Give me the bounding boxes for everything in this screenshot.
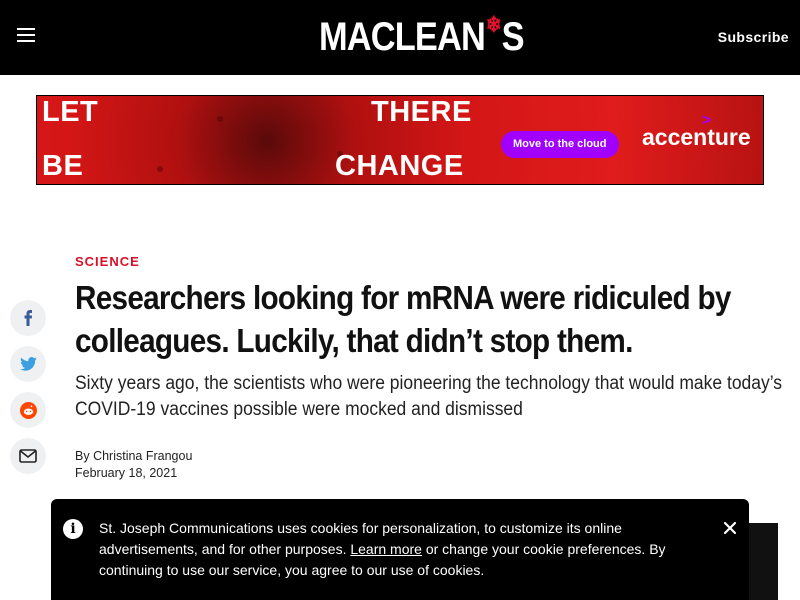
ad-texture [217, 116, 223, 122]
subscribe-link[interactable]: Subscribe [718, 29, 789, 45]
twitter-icon [19, 357, 37, 371]
share-reddit-button[interactable] [10, 392, 46, 428]
share-email-button[interactable] [10, 438, 46, 474]
ad-word: BE [42, 150, 84, 182]
ad-banner[interactable]: LET THERE BE CHANGE Move to the cloud ac… [36, 95, 764, 185]
cookie-message: St. Joseph Communications uses cookies f… [99, 518, 679, 581]
hamburger-menu-icon[interactable] [17, 28, 37, 46]
byline-author-line: By Christina Frangou [75, 448, 192, 465]
share-twitter-button[interactable] [10, 346, 46, 382]
ad-brand-logo: accenture > [642, 112, 751, 151]
reddit-icon [19, 401, 37, 419]
byline-prefix: By [75, 449, 94, 463]
site-header: MACLEAN ❄ S Subscribe [0, 0, 800, 75]
logo-text-end: S [501, 14, 525, 59]
ad-word: THERE [371, 96, 472, 128]
ad-word: CHANGE [335, 150, 464, 182]
facebook-icon [24, 310, 33, 326]
cookie-banner: i St. Joseph Communications uses cookies… [51, 499, 749, 600]
site-logo[interactable]: MACLEAN ❄ S [319, 12, 525, 60]
author-link[interactable]: Christina Frangou [93, 449, 192, 463]
info-icon: i [63, 519, 83, 539]
email-icon [19, 449, 37, 463]
article-headline: Researchers looking for mRNA were ridicu… [75, 279, 731, 359]
byline: By Christina Frangou February 18, 2021 [75, 448, 192, 482]
publish-date: February 18, 2021 [75, 466, 178, 480]
accenture-chevron-icon: > [702, 112, 712, 129]
close-icon[interactable] [721, 519, 739, 537]
share-facebook-button[interactable] [10, 300, 46, 336]
logo-text: MACLEAN [319, 14, 486, 59]
maple-leaf-icon: ❄ [485, 12, 502, 37]
ad-texture [157, 166, 163, 172]
learn-more-link[interactable]: Learn more [350, 541, 422, 557]
ad-cta-button[interactable]: Move to the cloud [501, 131, 619, 158]
article-dek: Sixty years ago, the scientists who were… [75, 373, 783, 420]
ad-brand-name: accenture [642, 124, 751, 150]
section-label[interactable]: SCIENCE [75, 254, 140, 269]
ad-word: LET [42, 96, 99, 128]
